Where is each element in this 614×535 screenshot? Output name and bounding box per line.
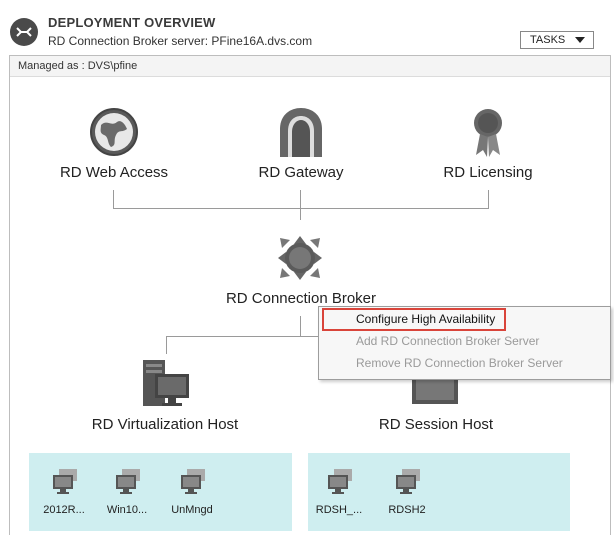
session-servers-panel: RDSH_... RDSH2 <box>308 453 570 531</box>
role-label-virtualization-host[interactable]: RD Virtualization Host <box>80 416 250 433</box>
connector-line <box>113 208 489 209</box>
chevron-down-icon <box>575 37 585 43</box>
server-label: Win10... <box>106 504 148 516</box>
connection-broker-icon[interactable] <box>276 234 324 282</box>
deployment-overview-header: DEPLOYMENT OVERVIEW RD Connection Broker… <box>0 0 614 54</box>
managed-as-label: Managed as : DVS\pfine <box>18 60 138 72</box>
computer-icon <box>116 469 140 494</box>
connector-line <box>488 190 489 208</box>
tasks-button-label: TASKS <box>530 34 566 46</box>
computer-icon <box>181 469 205 494</box>
connector-line <box>166 336 167 354</box>
role-label-session-host[interactable]: RD Session Host <box>366 416 506 433</box>
menu-item-remove-broker-server[interactable]: Remove RD Connection Broker Server <box>319 353 610 374</box>
server-item[interactable]: RDSH2 <box>382 467 432 516</box>
computer-icon <box>53 469 77 494</box>
server-item[interactable]: RDSH_... <box>314 467 364 516</box>
menu-item-label: Add RD Connection Broker Server <box>356 334 540 348</box>
gateway-icon[interactable] <box>278 107 324 157</box>
computer-icon <box>328 469 352 494</box>
virtualization-servers-panel: 2012R... Win10... UnMngd <box>29 453 292 531</box>
server-item[interactable]: UnMngd <box>167 467 217 516</box>
role-label-licensing[interactable]: RD Licensing <box>428 164 548 181</box>
role-label-web-access[interactable]: RD Web Access <box>50 164 178 181</box>
menu-item-add-broker-server[interactable]: Add RD Connection Broker Server <box>319 331 610 352</box>
connector-line <box>300 190 301 220</box>
virtualization-host-icon[interactable] <box>141 358 191 408</box>
server-label: 2012R... <box>43 504 85 516</box>
remote-desktop-icon <box>9 17 39 47</box>
menu-item-label: Remove RD Connection Broker Server <box>356 356 563 370</box>
role-label-gateway[interactable]: RD Gateway <box>241 164 361 181</box>
highlight-annotation-box <box>322 308 506 331</box>
computer-icon <box>396 469 420 494</box>
managed-as-bar: Managed as : DVS\pfine <box>10 56 610 77</box>
role-label-connection-broker[interactable]: RD Connection Broker <box>211 290 391 307</box>
server-label: RDSH_... <box>315 504 363 516</box>
connector-line <box>300 316 301 336</box>
server-item[interactable]: Win10... <box>102 467 152 516</box>
tasks-button[interactable]: TASKS <box>520 31 594 49</box>
server-label: UnMngd <box>171 504 213 516</box>
broker-server-subtitle: RD Connection Broker server: PFine16A.dv… <box>48 34 313 48</box>
web-access-icon[interactable] <box>89 107 139 157</box>
licensing-ribbon-icon[interactable] <box>472 107 504 157</box>
server-label: RDSH2 <box>388 504 426 516</box>
connector-line <box>113 190 114 208</box>
server-item[interactable]: 2012R... <box>39 467 89 516</box>
page-title: DEPLOYMENT OVERVIEW <box>48 15 216 30</box>
